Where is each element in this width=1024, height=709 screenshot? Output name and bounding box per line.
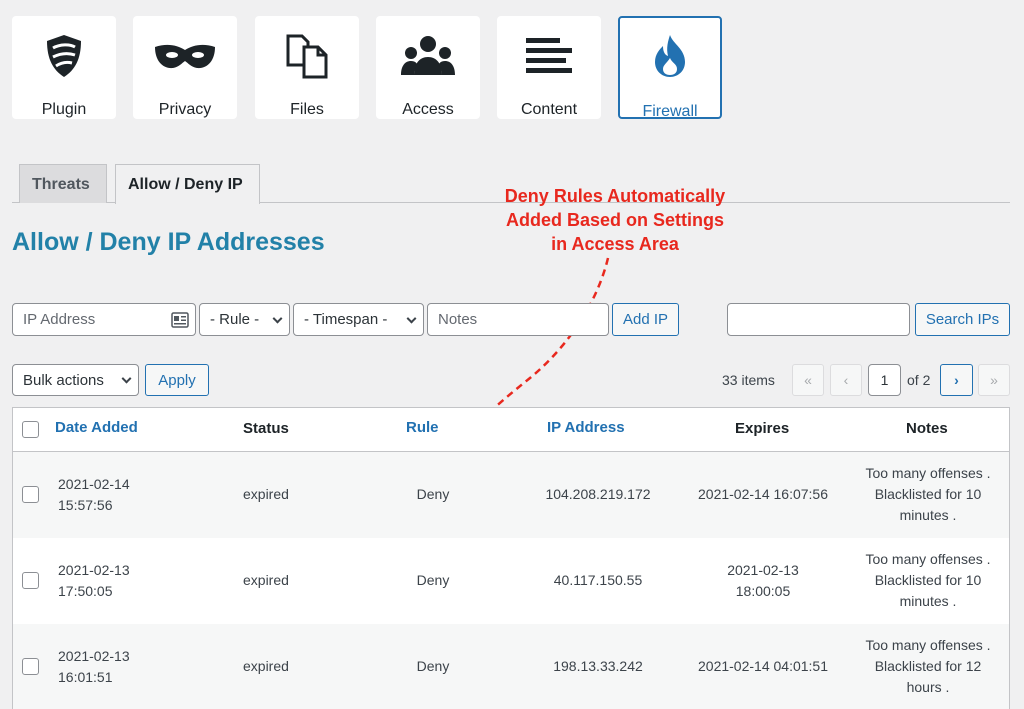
search-ips-input[interactable] (727, 303, 910, 336)
add-ip-button[interactable]: Add IP (612, 303, 679, 336)
expires-cell: 2021-02-14 16:07:56 (683, 484, 843, 505)
expires-time: 18:00:05 (735, 583, 791, 599)
notes-line: hours . (906, 679, 950, 695)
notes-line: Blacklisted for 10 (874, 572, 982, 588)
row-checkbox[interactable] (22, 486, 39, 503)
time-value: 16:01:51 (58, 669, 113, 685)
apply-button[interactable]: Apply (145, 364, 209, 396)
notes-cell: Too many offenses . Blacklisted for 10 m… (853, 549, 1003, 612)
date-added-cell: 2021-02-14 15:57:56 (58, 474, 130, 516)
date-value: 2021-02-13 (58, 562, 130, 578)
ip-address-input[interactable]: IP Address (12, 303, 196, 336)
notes-line: Too many offenses . (865, 551, 991, 567)
time-value: 17:50:05 (58, 583, 113, 599)
ip-address-cell: 198.13.33.242 (553, 658, 643, 674)
current-page-input[interactable]: 1 (868, 364, 901, 396)
next-page-button[interactable]: › (940, 364, 973, 396)
row-checkbox[interactable] (22, 658, 39, 675)
rule-cell: Deny (416, 658, 450, 674)
chevron-down-icon (272, 313, 283, 324)
rule-select-value: - Rule - (210, 311, 260, 328)
expires-cell: 2021-02-13 18:00:05 (683, 560, 843, 602)
date-value: 2021-02-13 (58, 648, 130, 664)
column-rule[interactable]: Rule (406, 419, 439, 436)
contact-card-icon (171, 312, 189, 332)
search-ips-button[interactable]: Search IPs (915, 303, 1010, 336)
column-expires: Expires (735, 420, 790, 437)
expires-date: 2021-02-14 04:01:51 (698, 658, 828, 674)
table-row: 2021-02-14 15:57:56 expired Deny 104.208… (13, 452, 1009, 538)
chevron-down-icon (406, 313, 417, 324)
date-value: 2021-02-14 (58, 476, 130, 492)
bulk-actions-value: Bulk actions (23, 371, 104, 389)
notes-line: minutes . (899, 593, 957, 609)
select-all-checkbox[interactable] (22, 421, 39, 438)
notes-input[interactable]: Notes (427, 303, 609, 336)
notes-cell: Too many offenses . Blacklisted for 10 m… (853, 463, 1003, 526)
ip-address-cell: 104.208.219.172 (545, 486, 651, 502)
expires-date: 2021-02-13 (727, 562, 799, 578)
status-cell: expired (243, 658, 289, 674)
column-ip-address[interactable]: IP Address (547, 419, 625, 436)
prev-page-button[interactable]: ‹ (830, 364, 862, 396)
table-row: 2021-02-13 17:50:05 expired Deny 40.117.… (13, 538, 1009, 624)
last-page-button[interactable]: » (978, 364, 1010, 396)
status-cell: expired (243, 486, 289, 502)
column-status: Status (243, 420, 289, 437)
date-added-cell: 2021-02-13 16:01:51 (58, 646, 130, 688)
notes-line: Blacklisted for 12 (874, 658, 982, 674)
timespan-select-value: - Timespan - (304, 311, 388, 328)
notes-placeholder: Notes (438, 311, 478, 328)
row-checkbox[interactable] (22, 572, 39, 589)
table-row: 2021-02-13 16:01:51 expired Deny 198.13.… (13, 624, 1009, 709)
rule-select[interactable]: - Rule - (199, 303, 290, 336)
ip-rules-table: Date Added Status Rule IP Address Expire… (12, 407, 1010, 709)
notes-line: Blacklisted for 10 (874, 486, 982, 502)
notes-cell: Too many offenses . Blacklisted for 12 h… (853, 635, 1003, 698)
rule-cell: Deny (416, 486, 450, 502)
ip-address-cell: 40.117.150.55 (553, 572, 643, 588)
notes-line: minutes . (899, 507, 957, 523)
first-page-button[interactable]: « (792, 364, 824, 396)
chevron-down-icon (121, 373, 132, 384)
table-header: Date Added Status Rule IP Address Expire… (13, 408, 1009, 452)
column-date-added[interactable]: Date Added (55, 419, 138, 436)
total-pages: of 2 (907, 372, 931, 388)
notes-line: Too many offenses . (865, 637, 991, 653)
expires-cell: 2021-02-14 04:01:51 (683, 656, 843, 677)
notes-line: Too many offenses . (865, 465, 991, 481)
ip-address-placeholder: IP Address (23, 311, 96, 328)
bulk-actions-select[interactable]: Bulk actions (12, 364, 139, 396)
column-notes: Notes (906, 420, 948, 437)
date-added-cell: 2021-02-13 17:50:05 (58, 560, 130, 602)
rule-cell: Deny (416, 572, 450, 588)
items-count: 33 items (722, 372, 775, 388)
time-value: 15:57:56 (58, 497, 113, 513)
status-cell: expired (243, 572, 289, 588)
timespan-select[interactable]: - Timespan - (293, 303, 424, 336)
expires-date: 2021-02-14 16:07:56 (698, 486, 828, 502)
